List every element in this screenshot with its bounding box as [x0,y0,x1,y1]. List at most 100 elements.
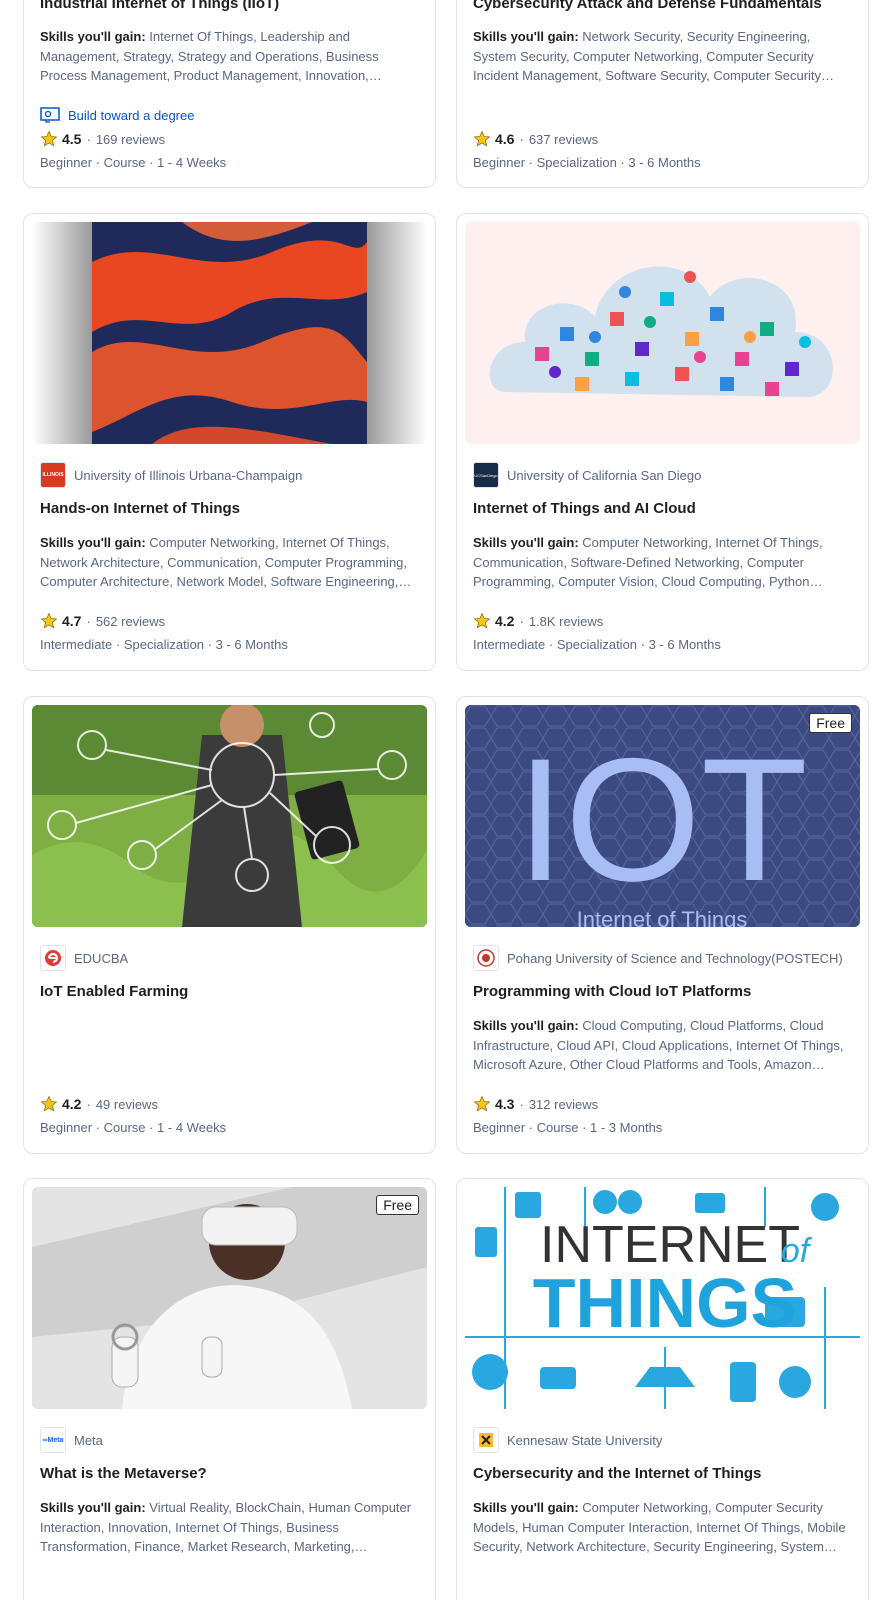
partner-row: ILLINOIS University of Illinois Urbana-C… [40,461,302,489]
skills-label: Skills you'll gain: [473,1500,579,1515]
course-skills: Skills you'll gain: Internet Of Things, … [40,27,419,86]
iot-image-text: IOT [516,723,808,918]
build-degree-link[interactable]: Build toward a degree [40,107,194,123]
course-skills: Skills you'll gain: Network Security, Se… [473,27,852,86]
partner-row: Kennesaw State University [473,1426,662,1454]
course-card-hands-on-iot[interactable]: ILLINOIS University of Illinois Urbana-C… [23,213,436,671]
course-meta: Intermediate · Specialization · 3 - 6 Mo… [40,637,288,652]
course-card-iot-ai-cloud[interactable]: UCSanDiego University of California San … [456,213,869,671]
course-title[interactable]: What is the Metaverse? [40,1465,419,1482]
rating-value: 4.7 [62,613,82,629]
partner-name: Kennesaw State University [507,1432,663,1448]
course-skills: Skills you'll gain: Virtual Reality, Blo… [40,1498,419,1557]
course-title[interactable]: IoT Enabled Farming [40,983,419,1000]
rating-row: 4.2 · 49 reviews [40,1095,158,1113]
course-card-cybersecurity-iot[interactable]: INTERNET of THINGS Kennesaw State Univer… [456,1178,869,1600]
rating-row: 4.5 · 169 reviews [40,130,165,148]
star-icon [473,612,491,629]
vr-headset-photo [32,1187,427,1409]
star-icon [40,130,58,147]
course-skills: Skills you'll gain: Computer Networking,… [473,1498,852,1557]
course-thumbnail[interactable]: Free [32,1187,427,1409]
partner-row: EDUCBA [40,944,128,972]
course-thumbnail[interactable] [32,222,427,444]
course-title[interactable]: Internet of Things and AI Cloud [473,500,852,517]
course-meta: Beginner · Course · 1 - 3 Months [473,1120,663,1135]
star-icon [473,1095,491,1112]
course-meta: Beginner · Course · 1 - 4 Weeks [40,155,227,170]
partner-row: ∞Meta Meta [40,1426,103,1454]
review-count: 1.8K reviews [528,613,604,629]
course-meta: Beginner · Course · 1 - 4 Weeks [40,1120,227,1135]
course-skills: Skills you'll gain: Cloud Computing, Clo… [473,1016,852,1075]
rating-value: 4.3 [495,1096,515,1112]
skills-label: Skills you'll gain: [473,535,579,550]
course-thumbnail[interactable]: IOT Internet of Things Free [465,705,860,927]
partner-name: Meta [74,1432,103,1448]
rating-value: 4.5 [62,131,82,147]
skills-label: Skills you'll gain: [40,29,146,44]
course-card-iot-farming[interactable]: EDUCBA IoT Enabled Farming 4.2 · 49 revi… [23,696,436,1154]
skills-label: Skills you'll gain: [40,1500,146,1515]
course-title[interactable]: Programming with Cloud IoT Platforms [473,983,852,1000]
course-title[interactable]: Industrial Internet of Things (IIoT) [40,0,419,12]
skills-label: Skills you'll gain: [473,1018,579,1033]
illinois-logo: ILLINOIS [40,462,66,488]
review-count: 562 reviews [95,613,166,629]
separator-dot: · [86,613,91,629]
free-badge: Free [809,713,852,733]
course-card-iiot[interactable]: Industrial Internet of Things (IIoT) Ski… [23,0,436,188]
course-title[interactable]: Cybersecurity Attack and Defense Fundame… [473,0,852,12]
star-icon [473,130,491,147]
separator-dot: · [519,613,524,629]
star-icon [40,612,58,629]
partner-name: EDUCBA [74,950,129,966]
review-count: 49 reviews [95,1096,158,1112]
course-card-metaverse[interactable]: Free ∞Meta Meta What is the Metaverse? S… [23,1178,436,1600]
course-meta: Beginner · Specialization · 3 - 6 Months [473,155,701,170]
course-thumbnail[interactable]: INTERNET of THINGS [465,1187,860,1409]
course-thumbnail[interactable] [32,705,427,927]
ucsd-logo: UCSanDiego [473,462,499,488]
postech-logo [473,945,499,971]
farming-photo [32,705,427,927]
review-count: 637 reviews [528,131,599,147]
separator-dot: · [86,1096,91,1112]
course-card-cloud-iot-platforms[interactable]: IOT Internet of Things Free Pohang Unive… [456,696,869,1154]
kennesaw-logo [473,1427,499,1453]
rating-value: 4.2 [62,1096,82,1112]
partner-row: Pohang University of Science and Technol… [473,944,843,972]
course-thumbnail[interactable] [465,222,860,444]
separator-dot: · [86,131,91,147]
rating-value: 4.2 [495,613,515,629]
course-card-cybersecurity-fundamentals[interactable]: Cybersecurity Attack and Defense Fundame… [456,0,869,188]
free-badge: Free [376,1195,419,1215]
degree-icon [40,107,60,123]
course-skills: Skills you'll gain: Computer Networking,… [40,533,419,592]
star-icon [40,1095,58,1112]
skills-label: Skills you'll gain: [40,535,146,550]
partner-name: University of California San Diego [507,467,702,483]
course-title[interactable]: Cybersecurity and the Internet of Things [473,1465,852,1482]
course-title[interactable]: Hands-on Internet of Things [40,500,419,517]
partner-name: Pohang University of Science and Technol… [507,950,843,966]
separator-dot: · [519,1096,524,1112]
rating-row: 4.2 · 1.8K reviews [473,612,603,630]
image-text-things: THINGS [533,1264,797,1342]
build-degree-label[interactable]: Build toward a degree [68,108,194,123]
icon-cloud-image [489,266,833,397]
educba-logo [40,945,66,971]
review-count: 312 reviews [528,1096,599,1112]
iot-image-subtext: Internet of Things [577,907,748,927]
abstract-orange-image [32,222,427,444]
iot-text-image: IOT Internet of Things [465,705,860,927]
course-meta: Intermediate · Specialization · 3 - 6 Mo… [473,637,721,652]
rating-row: 4.3 · 312 reviews [473,1095,598,1113]
rating-row: 4.6 · 637 reviews [473,130,598,148]
review-count: 169 reviews [95,131,166,147]
separator-dot: · [519,131,524,147]
rating-row: 4.7 · 562 reviews [40,612,165,630]
skills-label: Skills you'll gain: [473,29,579,44]
meta-logo: ∞Meta [40,1427,66,1453]
partner-row: UCSanDiego University of California San … [473,461,701,489]
